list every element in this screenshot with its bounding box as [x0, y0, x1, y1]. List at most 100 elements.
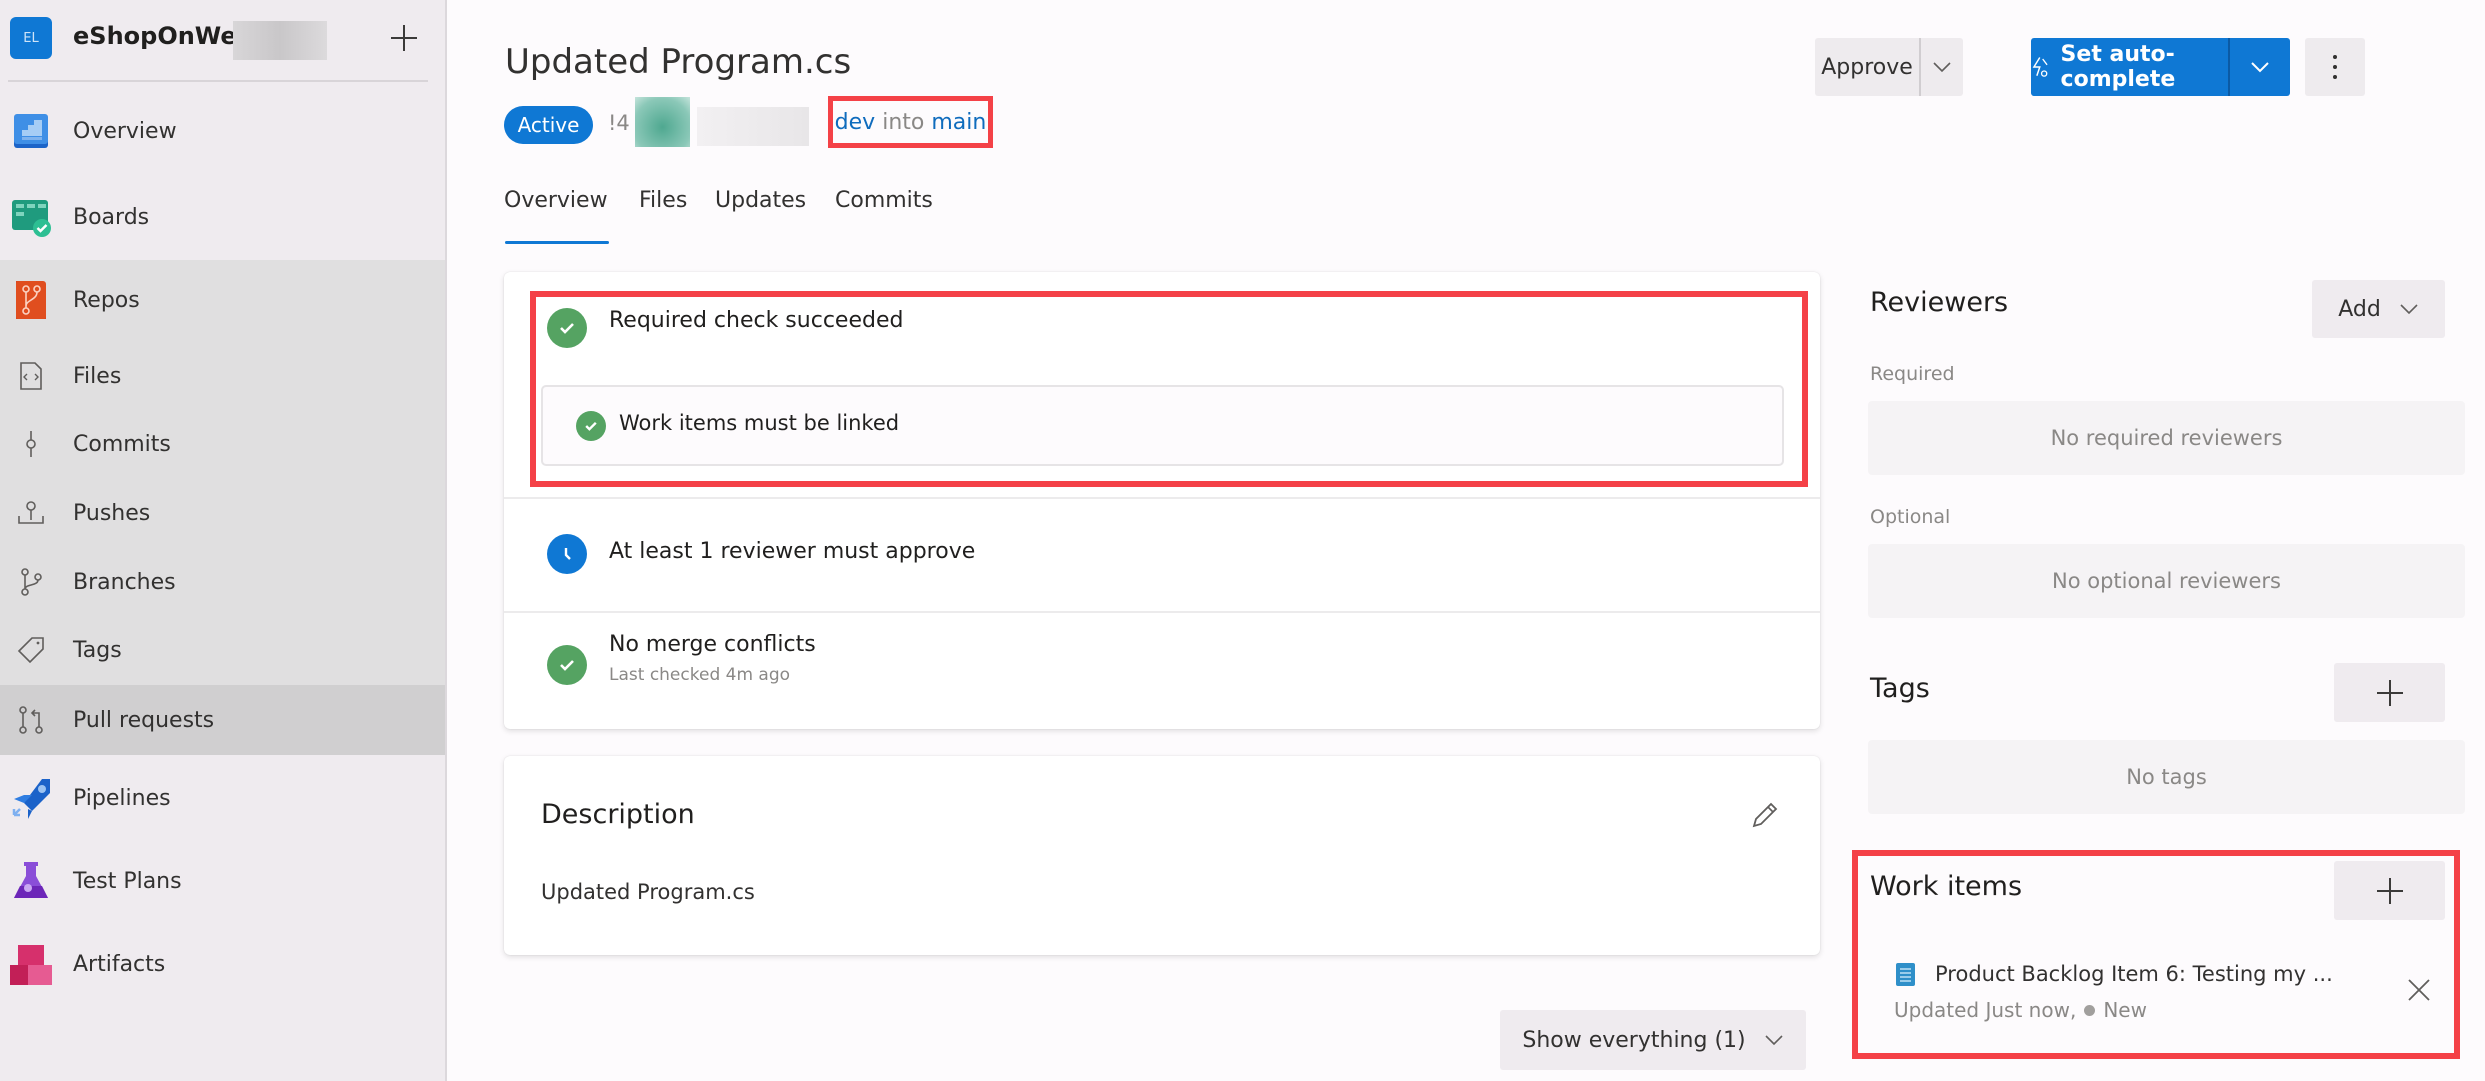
show-everything-button[interactable]: Show everything (1): [1500, 1010, 1806, 1070]
remove-work-item-button[interactable]: [2404, 975, 2434, 1005]
sidebar-item-label: Pushes: [73, 500, 151, 526]
sidebar-item-files[interactable]: Files: [0, 341, 445, 411]
add-reviewer-label: Add: [2338, 296, 2381, 322]
work-item-updated: Updated Just now,: [1894, 998, 2077, 1022]
tags-icon: [12, 631, 50, 669]
branches-icon: [12, 563, 50, 601]
test-plans-icon: [10, 860, 52, 902]
approve-options-button[interactable]: [1921, 38, 1963, 96]
boards-icon: [10, 196, 52, 238]
success-icon: [547, 308, 587, 348]
check-row[interactable]: No merge conflicts Last checked 4m ago: [504, 613, 1820, 729]
description-title: Description: [541, 799, 695, 830]
sidebar-item-label: Pipelines: [73, 785, 171, 811]
check-row[interactable]: At least 1 reviewer must approve: [504, 499, 1820, 611]
sidebar-item-boards[interactable]: Boards: [0, 182, 445, 252]
auto-complete-split-button: Set auto-complete: [2031, 38, 2290, 96]
sidebar-item-label: Overview: [73, 118, 177, 144]
tags-empty: No tags: [1868, 740, 2465, 814]
overview-icon: [10, 110, 52, 152]
reviewers-title: Reviewers: [1870, 287, 2009, 318]
tags-title: Tags: [1870, 673, 1930, 704]
pipelines-icon: [10, 777, 52, 819]
plus-icon: [391, 25, 417, 51]
sidebar: EL eShopOnWeb Overview Boards Repos File…: [0, 0, 447, 1081]
sidebar-item-label: Test Plans: [73, 868, 182, 894]
sidebar-item-label: Branches: [73, 569, 176, 595]
chevron-down-icon: [2400, 304, 2418, 315]
check-subtext: Last checked 4m ago: [609, 665, 791, 685]
source-branch-link[interactable]: dev: [835, 110, 876, 135]
pr-id: !4: [608, 111, 630, 135]
required-reviewers-label: Required: [1870, 363, 1955, 385]
work-items-title: Work items: [1870, 871, 2023, 902]
plus-icon: [2376, 679, 2403, 706]
work-item-link[interactable]: Product Backlog Item 6: Testing my ...: [1935, 962, 2333, 986]
branch-info: dev into main: [828, 96, 993, 148]
active-tab-indicator: [505, 241, 609, 244]
work-item-state: New: [2103, 998, 2147, 1022]
target-branch-link[interactable]: main: [931, 110, 986, 135]
sidebar-item-pull-requests[interactable]: Pull requests: [0, 685, 445, 755]
status-badge: Active: [504, 106, 593, 144]
tab-updates[interactable]: Updates: [715, 188, 806, 213]
add-reviewer-button[interactable]: Add: [2312, 280, 2445, 338]
new-item-button[interactable]: [384, 18, 424, 58]
pull-requests-icon: [12, 701, 50, 739]
optional-reviewers-empty: No optional reviewers: [1868, 544, 2465, 618]
show-everything-label: Show everything (1): [1522, 1027, 1746, 1053]
sidebar-item-tags[interactable]: Tags: [0, 615, 445, 685]
tab-commits[interactable]: Commits: [835, 188, 933, 213]
into-text: into: [882, 109, 925, 135]
success-icon: [576, 411, 606, 441]
redacted-text: [233, 21, 327, 60]
redacted-author-name: [697, 107, 809, 146]
page-title: Updated Program.cs: [505, 42, 852, 82]
commits-icon: [12, 425, 50, 463]
sidebar-item-pushes[interactable]: Pushes: [0, 478, 445, 548]
more-actions-button[interactable]: [2305, 38, 2365, 96]
artifacts-icon: [10, 943, 52, 985]
author-avatar[interactable]: [635, 97, 690, 147]
sidebar-item-pipelines[interactable]: Pipelines: [0, 763, 445, 833]
project-header: EL eShopOnWeb: [0, 0, 445, 78]
sidebar-item-repos[interactable]: Repos: [0, 265, 445, 335]
close-icon: [2408, 979, 2430, 1001]
description-card: Description Updated Program.cs: [504, 756, 1820, 955]
tab-overview[interactable]: Overview: [504, 188, 608, 213]
optional-reviewers-label: Optional: [1870, 506, 1951, 528]
success-icon: [547, 645, 587, 685]
backlog-item-icon: [1896, 963, 1915, 986]
sidebar-item-overview[interactable]: Overview: [0, 96, 445, 166]
approve-button[interactable]: Approve: [1815, 38, 1921, 96]
files-icon: [12, 357, 50, 395]
auto-complete-icon: [2032, 57, 2048, 77]
check-text: Required check succeeded: [609, 308, 904, 333]
state-dot-icon: [2084, 1004, 2096, 1016]
description-text: Updated Program.cs: [541, 880, 755, 904]
tab-files[interactable]: Files: [639, 188, 687, 213]
project-name[interactable]: eShopOnWeb: [73, 22, 254, 50]
set-auto-complete-button[interactable]: Set auto-complete: [2031, 38, 2230, 96]
sidebar-item-artifacts[interactable]: Artifacts: [0, 929, 445, 999]
sidebar-item-branches[interactable]: Branches: [0, 547, 445, 617]
check-text: No merge conflicts: [609, 632, 816, 657]
sidebar-item-test-plans[interactable]: Test Plans: [0, 846, 445, 916]
auto-complete-options-button[interactable]: [2230, 38, 2290, 96]
sidebar-item-commits[interactable]: Commits: [0, 409, 445, 479]
chevron-down-icon: [1933, 62, 1951, 73]
sidebar-item-label: Repos: [73, 287, 140, 313]
sidebar-item-label: Pull requests: [73, 707, 215, 733]
sidebar-item-label: Boards: [73, 204, 150, 230]
work-item-meta: Updated Just now, New: [1894, 998, 2147, 1022]
pushes-icon: [12, 494, 50, 532]
divider: [8, 80, 428, 82]
sub-check-card[interactable]: Work items must be linked: [541, 385, 1784, 466]
clock-icon: [547, 534, 587, 574]
edit-description-button[interactable]: [1746, 798, 1782, 834]
required-reviewers-empty: No required reviewers: [1868, 401, 2465, 475]
add-tag-button[interactable]: [2334, 663, 2445, 722]
add-work-item-button[interactable]: [2334, 861, 2445, 920]
set-auto-complete-label: Set auto-complete: [2060, 42, 2176, 92]
check-text: At least 1 reviewer must approve: [609, 539, 976, 564]
